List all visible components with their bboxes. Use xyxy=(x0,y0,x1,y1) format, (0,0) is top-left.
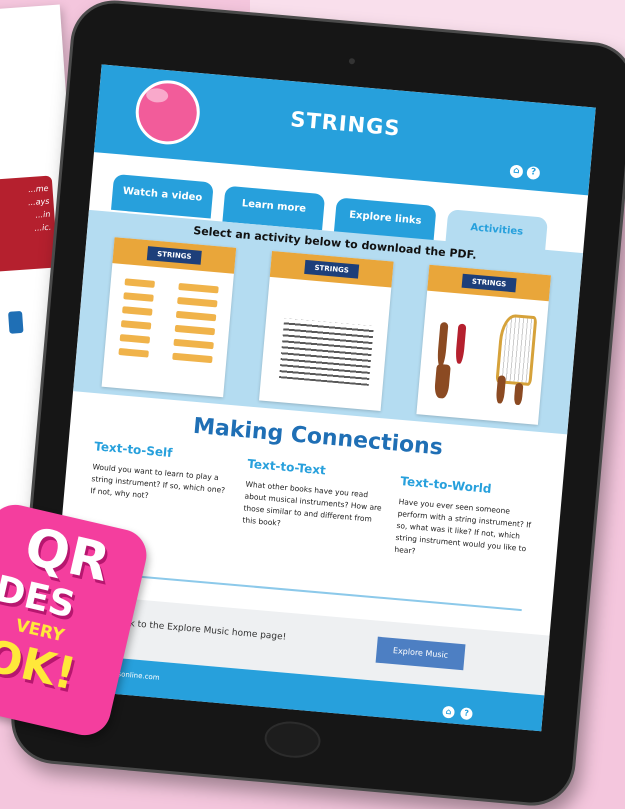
column-body: Have you ever seen someone perform with … xyxy=(394,496,532,556)
help-icon[interactable]: ? xyxy=(459,707,473,721)
camera-dot xyxy=(348,57,356,65)
violin-image xyxy=(495,375,507,404)
blue-button-fragment xyxy=(8,310,24,334)
column-title: Text-to-Text xyxy=(246,456,327,478)
header-icons: ⌂? xyxy=(505,162,541,180)
electric-guitar-image xyxy=(454,323,467,365)
tablet-home-button[interactable] xyxy=(263,719,323,760)
column-body: Would you want to learn to play a string… xyxy=(90,462,226,501)
word-search-grid xyxy=(279,318,374,386)
help-icon[interactable]: ? xyxy=(526,165,541,180)
text-to-self-column: Text-to-Self Would you want to learn to … xyxy=(90,439,233,509)
cello-image xyxy=(433,363,451,399)
site-header: STRINGS ⌂? xyxy=(93,64,596,196)
activity-sheet-word-search[interactable]: STRINGS xyxy=(258,250,394,412)
column-title: Text-to-Self xyxy=(93,439,173,461)
tab-watch-video[interactable]: Watch a video xyxy=(111,173,214,219)
explore-music-button[interactable]: Explore Music xyxy=(375,636,466,671)
viola-image xyxy=(513,382,524,406)
home-icon[interactable]: ⌂ xyxy=(442,705,456,719)
text-to-world-column: Text-to-World Have you ever seen someone… xyxy=(394,474,539,568)
column-title: Text-to-World xyxy=(399,474,493,496)
activity-sheet-instruments[interactable]: STRINGS xyxy=(416,264,551,425)
activity-sheet-matching[interactable]: STRINGS xyxy=(101,237,237,398)
text-to-text-column: Text-to-Text What other books have you r… xyxy=(242,457,386,539)
sticker-line-4: OK! xyxy=(0,630,81,701)
red-note-box: ...me ...ays ...in ...ic. xyxy=(0,175,59,273)
column-body: What other books have you read about mus… xyxy=(242,479,383,528)
guitar-image xyxy=(436,321,449,367)
home-icon[interactable]: ⌂ xyxy=(509,164,524,179)
footer-icons: ⌂? xyxy=(436,698,474,721)
